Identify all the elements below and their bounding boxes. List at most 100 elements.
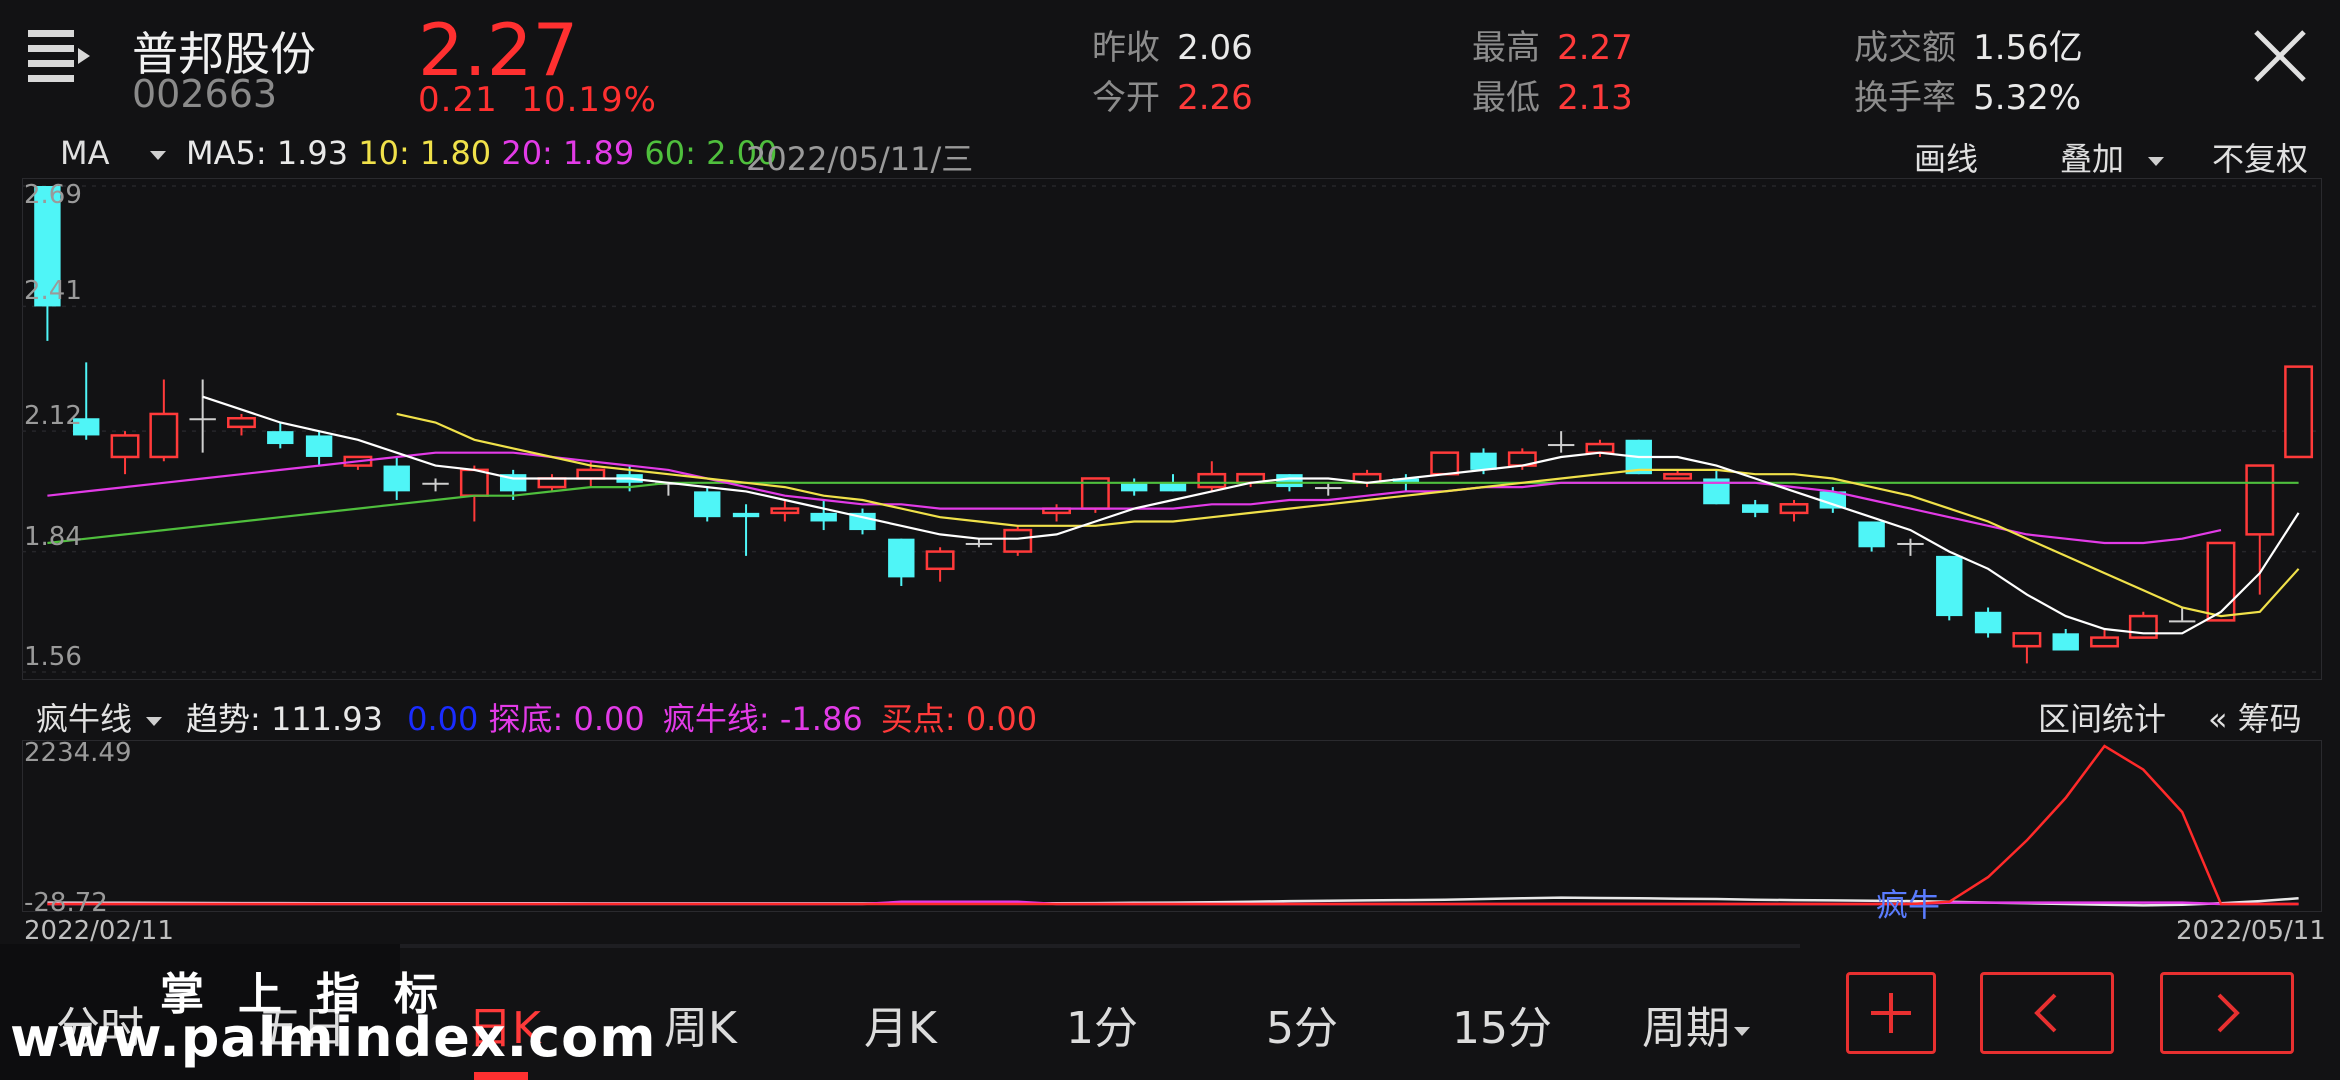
- candle-body: [965, 542, 993, 545]
- stat-value: 2.13: [1557, 78, 1633, 118]
- candle-body: [1742, 504, 1769, 513]
- candle-body: [1547, 444, 1575, 447]
- y-tick-label: 2.41: [24, 276, 82, 307]
- overlay-dropdown[interactable]: 叠加: [2060, 134, 2165, 180]
- tab-period[interactable]: 周期: [1642, 992, 1750, 1056]
- candlestick-chart[interactable]: [22, 178, 2322, 680]
- stat-prev-close: 昨收 2.06: [1092, 20, 1253, 69]
- candle-body: [227, 416, 256, 429]
- chips-button[interactable]: « 筹码: [2208, 694, 2302, 740]
- x-axis-start: 2022/02/11: [24, 916, 174, 946]
- add-button[interactable]: [1846, 972, 1936, 1054]
- tab-monthly-k[interactable]: 月K: [864, 992, 937, 1056]
- candle-body: [810, 512, 837, 522]
- stat-label: 昨收: [1092, 28, 1160, 68]
- candle-body: [1470, 452, 1497, 470]
- y-tick-label: 1.56: [24, 642, 82, 672]
- candle-body: [2052, 633, 2079, 651]
- y-tick-label: 2.12: [24, 401, 82, 432]
- candle-body: [1197, 472, 1227, 489]
- candle-body: [1897, 542, 1924, 545]
- chart-frame: [22, 178, 2322, 680]
- watermark-url: www.palmindex.com: [10, 1006, 657, 1069]
- buy-point-value: 买点: 0.00: [880, 700, 1038, 738]
- tab-weekly-k[interactable]: 周K: [664, 992, 737, 1056]
- candle-body: [1858, 521, 1885, 548]
- stat-label: 最高: [1472, 28, 1540, 68]
- chevron-right-icon: [2217, 993, 2240, 1033]
- indicator-annotation: 疯牛: [1876, 886, 1941, 924]
- tab-15min[interactable]: 15分: [1452, 992, 1552, 1056]
- stat-label: 成交额: [1854, 28, 1956, 68]
- candle-body: [305, 435, 333, 457]
- stat-value: 2.27: [1557, 28, 1633, 68]
- indicator-grid: [22, 740, 2322, 912]
- draw-line-button[interactable]: 画线: [1914, 134, 1978, 180]
- tab-1min[interactable]: 1分: [1066, 992, 1138, 1056]
- stat-value: 2.26: [1177, 78, 1253, 118]
- ma5-value: MA5: 1.93: [186, 134, 349, 172]
- prev-button[interactable]: [1980, 972, 2114, 1054]
- indicator-frame: [22, 740, 2322, 912]
- indicator-chart[interactable]: [22, 740, 2322, 912]
- candle-body: [537, 477, 567, 489]
- candle-body: [694, 491, 721, 518]
- indicator-marks: [47, 744, 2299, 907]
- bottom-value: 探底: 0.00: [488, 700, 645, 738]
- candle-body: [149, 412, 179, 459]
- plus-icon: [1871, 993, 1911, 1033]
- candle-body: [422, 482, 449, 485]
- stat-low: 最低 2.13: [1472, 70, 1633, 119]
- stat-turnover-amount: 成交额 1.56亿: [1854, 20, 2083, 69]
- ma-selector-label: MA: [60, 134, 110, 172]
- indicator-selector[interactable]: 疯牛线: [36, 694, 163, 740]
- stat-value: 5.32%: [1973, 78, 2082, 118]
- tab-5min[interactable]: 5分: [1266, 992, 1338, 1056]
- buy-signal-line: [47, 744, 2299, 906]
- candle-body: [1936, 555, 1963, 617]
- tabbar-divider: [400, 944, 1800, 948]
- chevron-down-icon: [149, 150, 166, 160]
- candle-body: [770, 507, 800, 515]
- chart-date: 2022/05/11/三: [746, 140, 974, 178]
- active-tab-indicator: [474, 1072, 528, 1080]
- stat-label: 换手率: [1854, 78, 1956, 118]
- candle-body: [383, 465, 410, 492]
- stat-value: 1.56亿: [1973, 28, 2083, 68]
- candle-body: [2090, 636, 2119, 648]
- close-icon[interactable]: [2252, 28, 2308, 84]
- candle-body: [2168, 620, 2196, 623]
- candle-body: [1585, 442, 1615, 454]
- tab-period-label: 周期: [1642, 1003, 1730, 1054]
- candle-body: [1315, 487, 1342, 490]
- ma-selector[interactable]: MA: [60, 134, 166, 172]
- ma5-line: [202, 395, 2300, 635]
- candle-body: [1430, 451, 1460, 476]
- ma20-line: [47, 451, 2222, 545]
- candle-body: [925, 550, 955, 571]
- stat-label: 最低: [1472, 78, 1540, 118]
- candle-body: [1663, 472, 1693, 480]
- stock-code: 002663: [132, 72, 278, 116]
- next-button[interactable]: [2160, 972, 2294, 1054]
- candle-body: [2206, 541, 2236, 622]
- range-stats-button[interactable]: 区间统计: [2038, 694, 2166, 740]
- ma10-value: 10: 1.80: [358, 134, 492, 172]
- menu-icon[interactable]: [28, 28, 90, 86]
- chevron-down-icon: [1734, 1026, 1750, 1036]
- candle-body: [2012, 632, 2042, 648]
- candle-body: [2245, 464, 2275, 536]
- candle-body: [1974, 611, 2002, 634]
- candle-body: [459, 468, 489, 497]
- chevron-down-icon: [2148, 156, 2165, 166]
- chart-grid: [22, 178, 2322, 680]
- stat-label: 今开: [1092, 78, 1160, 118]
- adjust-button[interactable]: 不复权: [2212, 134, 2308, 180]
- change-pct: 10.19%: [521, 80, 657, 120]
- overlay-label: 叠加: [2060, 140, 2125, 178]
- y-tick-label: 2.69: [24, 180, 82, 210]
- candle-body: [189, 418, 216, 421]
- blue-value: 0.00: [407, 700, 479, 738]
- candle-body: [267, 431, 294, 445]
- ma20-value: 20: 1.89: [501, 134, 635, 172]
